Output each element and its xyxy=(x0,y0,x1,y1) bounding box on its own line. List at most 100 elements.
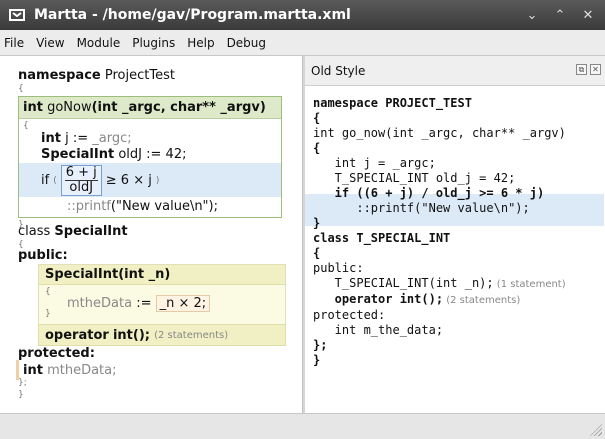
code-text: namespace PROJECT_TEST xyxy=(313,96,472,110)
close-button[interactable]: ✕ xyxy=(575,4,601,26)
code-line[interactable]: public: xyxy=(313,261,566,276)
assign-op: := xyxy=(146,147,162,162)
protected-label[interactable]: protected: xyxy=(18,346,95,361)
return-type: int xyxy=(23,100,43,115)
var-j: j xyxy=(65,131,69,146)
code-text: int go_now(int _argc, char** _argv) xyxy=(313,126,566,140)
float-button[interactable]: ⧉ xyxy=(576,64,587,75)
code-line[interactable]: T_SPECIAL_INT old_j = 42; xyxy=(313,171,566,186)
code-text: { xyxy=(313,141,321,155)
code-text: operator int(); xyxy=(313,292,444,306)
code-view[interactable]: namespace PROJECT_TEST{int go_now(int _a… xyxy=(313,96,566,368)
function-header[interactable]: int goNow (int _argc, char** _argv) xyxy=(19,97,281,119)
code-text: int m_the_data; xyxy=(313,323,444,337)
code-line[interactable]: int go_now(int _argc, char** _argv) xyxy=(313,126,566,141)
comparison: ≥ 6 × j xyxy=(105,173,152,188)
code-line[interactable]: }; xyxy=(313,338,566,353)
code-text: if ((6 + j) / old_j >= 6 * j) xyxy=(313,186,545,200)
public-keyword: public: xyxy=(18,248,68,263)
stmt-assign[interactable]: mtheData := _n × 2; xyxy=(67,295,211,312)
ctor-params: (int _n) xyxy=(118,267,171,282)
code-line[interactable]: namespace PROJECT_TEST xyxy=(313,96,566,111)
menu-view[interactable]: View xyxy=(30,36,70,50)
var-oldj: oldJ xyxy=(118,147,142,162)
code-line[interactable]: if ((6 + j) / old_j >= 6 * j) xyxy=(313,186,566,201)
status-bar xyxy=(0,413,605,439)
code-line[interactable]: operator int(); (2 statements) xyxy=(313,292,566,308)
assign-value: _n × 2; xyxy=(155,295,211,312)
code-text: }; xyxy=(313,338,328,352)
code-line[interactable]: { xyxy=(313,111,566,126)
assign-op: := xyxy=(72,131,89,146)
code-text: class T_SPECIAL_INT xyxy=(313,231,451,245)
code-line[interactable]: int j = _argc; xyxy=(313,156,566,171)
operator-type: int xyxy=(112,327,133,343)
value: _argc; xyxy=(92,131,132,146)
app-icon xyxy=(6,0,28,30)
close-paren: ) xyxy=(155,175,160,186)
brace: } xyxy=(18,390,24,400)
restore-icon: ⧉ xyxy=(578,65,585,74)
class-name[interactable]: SpecialInt xyxy=(54,224,127,239)
function-name[interactable]: goNow xyxy=(47,100,92,115)
code-text: } xyxy=(313,353,321,367)
field-decl[interactable]: int mtheData; xyxy=(16,360,146,380)
chevron-up-icon: ⌃ xyxy=(554,7,566,23)
code-text: { xyxy=(313,111,321,125)
code-line[interactable]: } xyxy=(313,353,566,368)
namespace-line[interactable]: namespace ProjectTest xyxy=(18,68,175,83)
menu-debug[interactable]: Debug xyxy=(221,36,272,50)
class-line[interactable]: class SpecialInt xyxy=(18,224,128,239)
close-icon: ✕ xyxy=(582,7,594,23)
function-block[interactable]: int goNow (int _argc, char** _argv) { int… xyxy=(18,96,282,218)
code-line[interactable]: } xyxy=(313,216,566,231)
maximize-button[interactable]: ⌃ xyxy=(547,4,573,26)
stmt-printf[interactable]: ::printf("New value\n"); xyxy=(67,199,218,214)
stmt-oldj[interactable]: SpecialInt oldJ := 42; xyxy=(41,147,186,162)
field-name: mtheData; xyxy=(47,362,117,378)
namespace-keyword: namespace xyxy=(18,68,101,83)
code-text: public: xyxy=(313,261,364,275)
code-line[interactable]: protected: xyxy=(313,308,566,323)
fraction[interactable]: 6 + j oldJ xyxy=(60,165,102,196)
stmt-int-j[interactable]: int j := _argc; xyxy=(41,131,132,146)
window-title: Martta - /home/gav/Program.martta.xml xyxy=(34,7,351,23)
code-text: ::printf("New value\n"); xyxy=(313,201,530,215)
menu-plugins[interactable]: Plugins xyxy=(126,36,181,50)
namespace-name[interactable]: ProjectTest xyxy=(105,68,175,83)
ctor-name: SpecialInt xyxy=(45,267,119,282)
brace: } xyxy=(45,309,51,319)
numerator: 6 + j xyxy=(64,165,98,181)
panel-close-button[interactable]: ✕ xyxy=(590,64,601,75)
minimize-button[interactable]: ⌄ xyxy=(519,4,545,26)
code-line[interactable]: ::printf("New value\n"); xyxy=(313,201,566,216)
field-type: int xyxy=(23,362,43,378)
member-var: mtheData xyxy=(67,296,133,311)
code-line[interactable]: { xyxy=(313,246,566,261)
code-text: } xyxy=(313,216,321,230)
public-label[interactable]: public: xyxy=(18,248,68,263)
code-text: protected: xyxy=(313,308,386,322)
function-params[interactable]: (int _argc, char** _argv) xyxy=(92,100,266,115)
operator-block[interactable]: operator int (); (2 statements) xyxy=(38,324,286,346)
code-line[interactable]: { xyxy=(313,141,566,156)
stmt-if[interactable]: if ( 6 + j oldJ ≥ 6 × j ) xyxy=(41,165,159,196)
code-line[interactable]: int m_the_data; xyxy=(313,323,566,338)
close-icon: ✕ xyxy=(592,65,599,74)
menu-help[interactable]: Help xyxy=(181,36,220,50)
constructor-header[interactable]: SpecialInt (int _n) xyxy=(39,265,285,285)
operator-paren: (); xyxy=(132,327,150,343)
class-keyword: class xyxy=(18,224,51,239)
menu-file[interactable]: File xyxy=(0,36,30,50)
if-keyword: if xyxy=(41,173,50,188)
code-line[interactable]: T_SPECIAL_INT(int _n); (1 statement) xyxy=(313,276,566,292)
chevron-down-icon: ⌄ xyxy=(526,7,538,23)
panel-title: Old Style xyxy=(311,63,366,78)
menu-bar: File View Module Plugins Help Debug xyxy=(0,30,605,56)
resize-grip[interactable] xyxy=(590,424,602,436)
assign-op: := xyxy=(136,296,152,311)
operator-keyword: operator xyxy=(45,327,109,343)
code-line[interactable]: class T_SPECIAL_INT xyxy=(313,231,566,246)
menu-module[interactable]: Module xyxy=(71,36,127,50)
structured-editor[interactable]: namespace ProjectTest { int goNow (int _a… xyxy=(0,56,303,413)
